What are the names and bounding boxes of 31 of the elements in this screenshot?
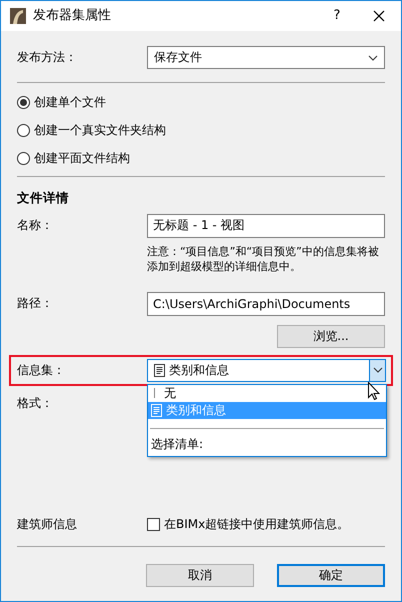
method-dropdown[interactable]: 保存文件 bbox=[147, 46, 385, 69]
info-set-dropdown[interactable]: 类别和信息 bbox=[147, 358, 386, 382]
browse-button[interactable]: 浏览... bbox=[277, 324, 385, 348]
field-label: 路径： bbox=[17, 296, 54, 312]
field-label: 信息集： bbox=[17, 362, 66, 378]
dropdown-value: 类别和信息 bbox=[169, 362, 229, 378]
radio-label[interactable]: 创建平面文件结构 bbox=[34, 150, 130, 166]
cancel-button[interactable]: 取消 bbox=[146, 564, 254, 587]
checkbox-label[interactable]: 在BIMx超链接中使用建筑师信息。 bbox=[164, 517, 350, 532]
window-title: 发布器集属性 bbox=[33, 8, 112, 24]
path-field[interactable]: C:\Users\ArchiGraphi\Documents bbox=[147, 292, 385, 316]
dropdown-option[interactable]: 无 bbox=[148, 384, 386, 402]
radio-button[interactable] bbox=[17, 96, 30, 108]
note-text: 注意：“项目信息”和“项目预览”中的信息集将被添加到超级模型的详细信息中。 bbox=[147, 244, 380, 274]
radio-label[interactable]: 创建一个真实文件夹结构 bbox=[34, 122, 166, 138]
help-button[interactable]: ? bbox=[317, 8, 357, 24]
field-label: 格式： bbox=[17, 396, 54, 411]
radio-button[interactable] bbox=[17, 152, 30, 164]
document-icon bbox=[151, 404, 162, 417]
field-label: 建筑师信息 bbox=[17, 517, 78, 532]
ok-button[interactable]: 确定 bbox=[277, 564, 385, 587]
field-label: 名称： bbox=[17, 218, 54, 234]
section-heading: 文件详情 bbox=[17, 190, 70, 206]
field-label: 发布方法： bbox=[17, 50, 78, 65]
dropdown-footer[interactable]: 选择清单: bbox=[148, 436, 386, 456]
document-icon bbox=[154, 362, 165, 378]
checkbox[interactable] bbox=[147, 518, 160, 531]
name-field[interactable]: 无标题 - 1 - 视图 bbox=[147, 214, 385, 238]
app-logo-icon bbox=[10, 8, 26, 24]
radio-label[interactable]: 创建单个文件 bbox=[34, 94, 106, 110]
radio-button[interactable] bbox=[17, 124, 30, 136]
